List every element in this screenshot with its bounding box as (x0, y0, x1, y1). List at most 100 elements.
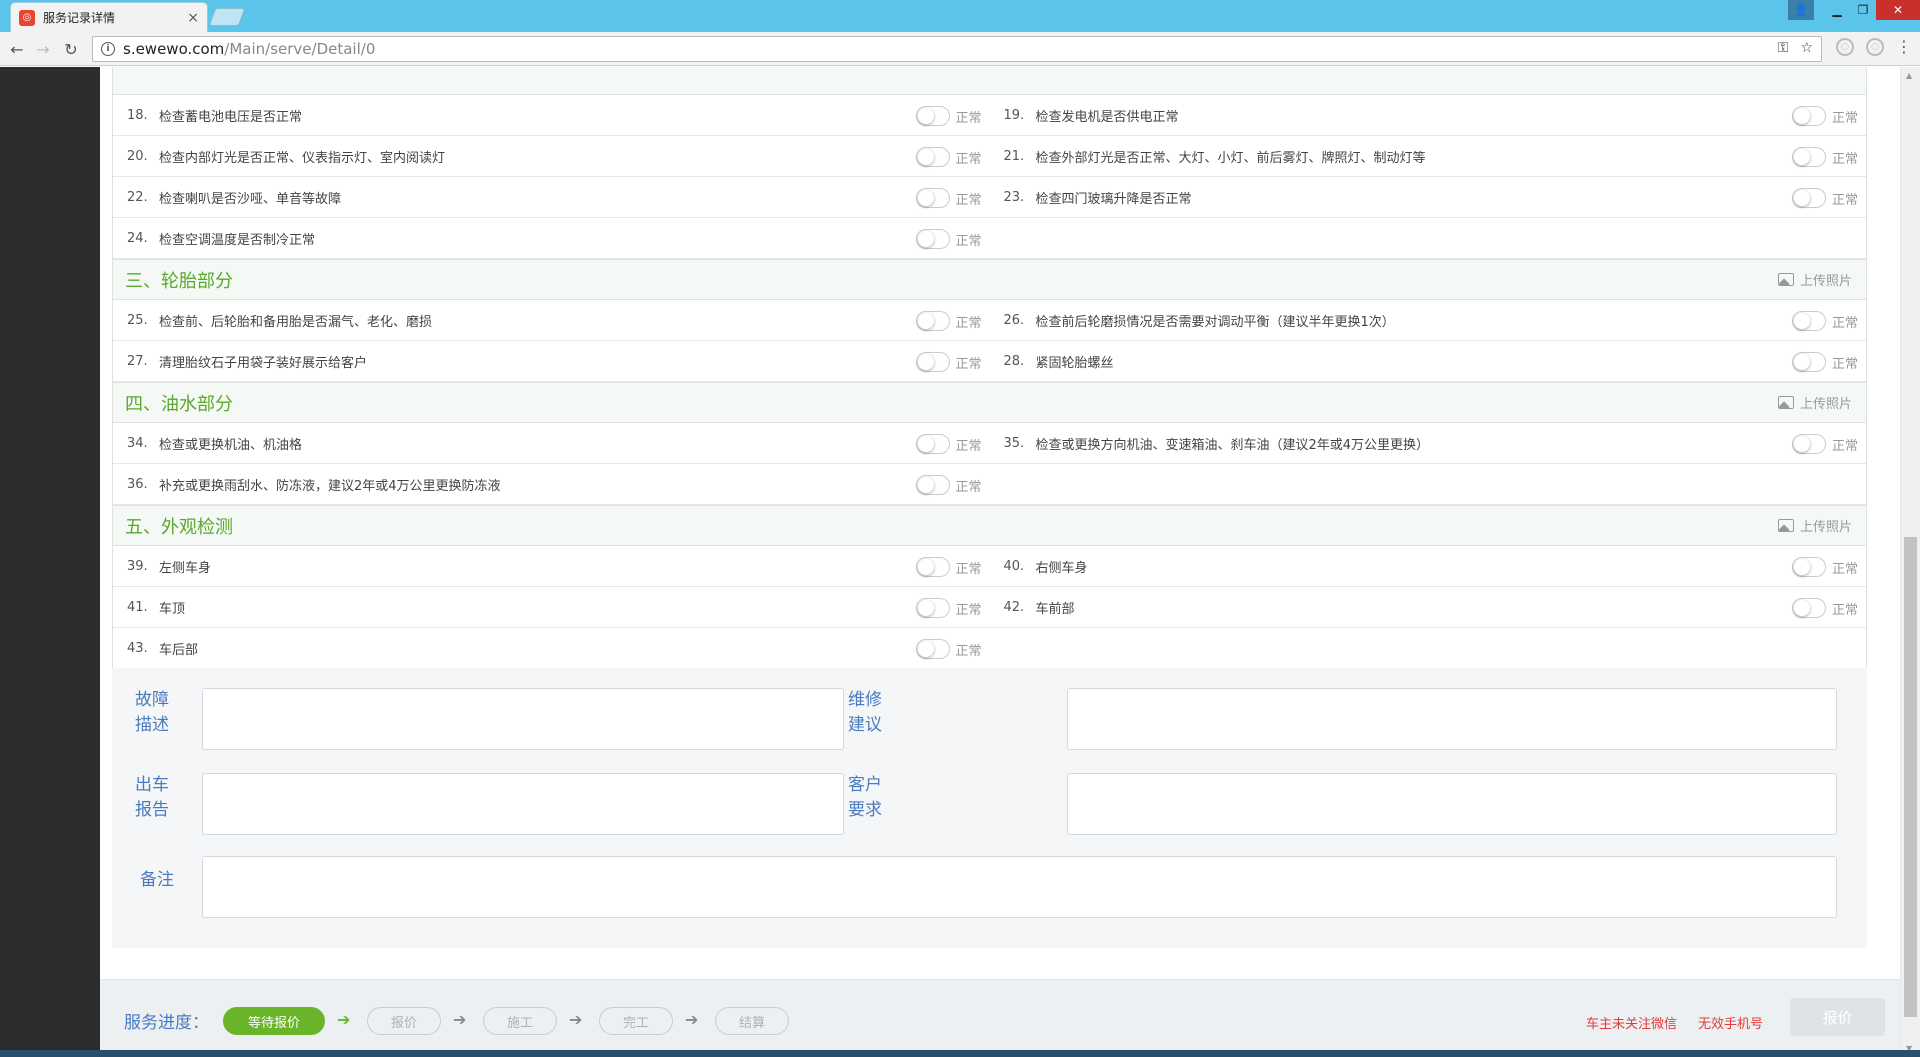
close-tab-icon[interactable]: × (187, 10, 199, 26)
status-toggle[interactable] (915, 557, 950, 577)
table-row: 27. 清理胎纹石子用袋子装好展示给客户 正常 28. 紧固轮胎螺丝 正常 (113, 341, 1866, 382)
item-number: 41. (127, 599, 148, 615)
upload-photo-button[interactable]: 上传照片 (1777, 516, 1852, 535)
image-icon (1777, 519, 1794, 532)
scroll-up-icon[interactable]: ▲ (1906, 71, 1912, 80)
reload-icon[interactable]: ↻ (60, 38, 82, 60)
item-text: 检查喇叭是否沙哑、单音等故障 (159, 191, 342, 207)
table-row: 43. 车后部 正常 (113, 628, 1866, 669)
address-bar[interactable]: i s.ewewo.com/Main/serve/Detail/0 ⚿ ☆ (92, 36, 1822, 62)
step-settlement[interactable]: 结算 (715, 1007, 789, 1035)
status-toggle[interactable] (1792, 352, 1826, 372)
step-construction[interactable]: 施工 (483, 1007, 557, 1035)
browser-menu-icon[interactable]: ⋮ (1896, 38, 1912, 56)
key-icon[interactable]: ⚿ (1778, 40, 1789, 56)
status-label: 正常 (955, 357, 982, 372)
site-favicon-icon: ◎ (19, 9, 35, 26)
upload-photo-button[interactable]: 上传照片 (1777, 393, 1852, 412)
status-toggle[interactable] (915, 147, 950, 167)
status-toggle[interactable] (1792, 557, 1826, 577)
status-toggle[interactable] (1792, 598, 1826, 618)
scrollbar-thumb[interactable] (1904, 537, 1917, 1017)
extension-icon[interactable]: ◌ (1836, 38, 1854, 56)
url-path: /Main/serve/Detail/0 (224, 40, 376, 58)
restore-button[interactable]: ❐ (1850, 0, 1876, 20)
step-completed[interactable]: 完工 (599, 1007, 673, 1035)
extension-icon[interactable]: ◌ (1866, 38, 1884, 56)
site-info-icon[interactable]: i (101, 42, 115, 56)
item-text: 检查前、后轮胎和备用胎是否漏气、老化、磨损 (159, 314, 433, 330)
browser-tab[interactable]: ◎ 服务记录详情 × (10, 2, 208, 32)
new-tab-button[interactable] (208, 8, 246, 26)
status-toggle[interactable] (1792, 147, 1826, 167)
exit-report-label: 出车报告 (135, 775, 169, 820)
status-label: 正常 (955, 193, 982, 208)
section-header: 四、油水部分 上传照片 (113, 382, 1866, 423)
check-item: 36. 补充或更换雨刮水、防冻液，建议2年或4万公里更换防冻液 正常 (113, 464, 990, 504)
item-number: 42. (1003, 599, 1025, 615)
arrow-right-icon: ➔ (337, 1010, 351, 1029)
status-toggle[interactable] (915, 311, 950, 331)
status-toggle[interactable] (1792, 106, 1826, 126)
check-item: 23. 检查四门玻璃升降是否正常 正常 (990, 177, 1867, 217)
minimize-button[interactable]: ▁ (1824, 0, 1850, 20)
item-number: 23. (1003, 189, 1025, 205)
user-profile-icon[interactable]: 👤 (1788, 0, 1814, 20)
status-toggle[interactable] (915, 598, 950, 618)
item-text: 检查外部灯光是否正常、大灯、小灯、前后雾灯、牌照灯、制动灯等 (1035, 150, 1426, 166)
section-header: 三、轮胎部分 上传照片 (113, 259, 1866, 300)
upload-photo-button[interactable]: 上传照片 (1777, 270, 1852, 289)
item-number: 20. (127, 148, 148, 164)
quote-button[interactable]: 报价 (1790, 998, 1885, 1036)
forward-arrow-icon[interactable]: → (32, 38, 54, 60)
exit-report-input[interactable] (202, 773, 844, 835)
table-row: 39. 左侧车身 正常 40. 右侧车身 正常 (113, 546, 1866, 587)
check-item: 26. 检查前后轮磨损情况是否需要对调动平衡（建议半年更换1次） 正常 (990, 300, 1867, 340)
close-window-button[interactable]: ✕ (1876, 0, 1920, 20)
remarks-input[interactable] (202, 856, 1837, 918)
item-text: 车前部 (1035, 601, 1075, 617)
step-awaiting-quote[interactable]: 等待报价 (223, 1007, 325, 1035)
item-text: 检查蓄电池电压是否正常 (159, 109, 303, 125)
step-quote[interactable]: 报价 (367, 1007, 441, 1035)
fault-description-input[interactable] (202, 688, 844, 750)
status-label: 正常 (1832, 357, 1859, 372)
status-toggle[interactable] (915, 352, 950, 372)
table-row: 41. 车顶 正常 42. 车前部 正常 (113, 587, 1866, 628)
vertical-scrollbar[interactable]: ▲ ▼ (1900, 67, 1920, 1057)
fault-description-label: 故障描述 (135, 690, 169, 735)
item-text: 车顶 (159, 601, 186, 617)
repair-advice-label: 维修建议 (848, 690, 882, 735)
status-toggle[interactable] (1792, 188, 1826, 208)
back-arrow-icon[interactable]: ← (6, 38, 28, 60)
status-toggle[interactable] (915, 475, 950, 495)
page-content: 18. 检查蓄电池电压是否正常 正常 19. 检查发电机是否供电正常 正常 20. 检查内部灯… (100, 67, 1900, 1057)
status-toggle[interactable] (915, 229, 950, 249)
status-toggle[interactable] (1792, 434, 1826, 454)
item-text: 检查发电机是否供电正常 (1035, 109, 1179, 125)
status-label: 正常 (955, 316, 982, 331)
status-toggle[interactable] (915, 639, 950, 659)
customer-requirement-input[interactable] (1067, 773, 1837, 835)
status-toggle[interactable] (915, 106, 950, 126)
section-header (113, 67, 1866, 95)
check-item: 34. 检查或更换机油、机油格 正常 (113, 423, 990, 463)
item-text: 检查前后轮磨损情况是否需要对调动平衡（建议半年更换1次） (1035, 314, 1395, 330)
upload-photo-label: 上传照片 (1799, 520, 1852, 535)
section-header: 五、外观检测 上传照片 (113, 505, 1866, 546)
repair-advice-input[interactable] (1067, 688, 1837, 750)
bookmark-star-icon[interactable]: ☆ (1800, 40, 1813, 56)
arrow-right-icon: ➔ (569, 1010, 583, 1029)
status-toggle[interactable] (915, 434, 950, 454)
status-label: 正常 (1832, 193, 1859, 208)
status-toggle[interactable] (915, 188, 950, 208)
status-toggle[interactable] (1792, 311, 1826, 331)
item-text: 检查或更换方向机油、变速箱油、刹车油（建议2年或4万公里更换） (1035, 437, 1430, 453)
status-label: 正常 (955, 562, 982, 577)
item-number: 34. (127, 435, 148, 451)
status-label: 正常 (955, 644, 982, 659)
item-text: 检查内部灯光是否正常、仪表指示灯、室内阅读灯 (159, 150, 446, 166)
item-number: 40. (1003, 558, 1025, 574)
item-number: 25. (127, 312, 148, 328)
item-text: 清理胎纹石子用袋子装好展示给客户 (159, 355, 368, 371)
